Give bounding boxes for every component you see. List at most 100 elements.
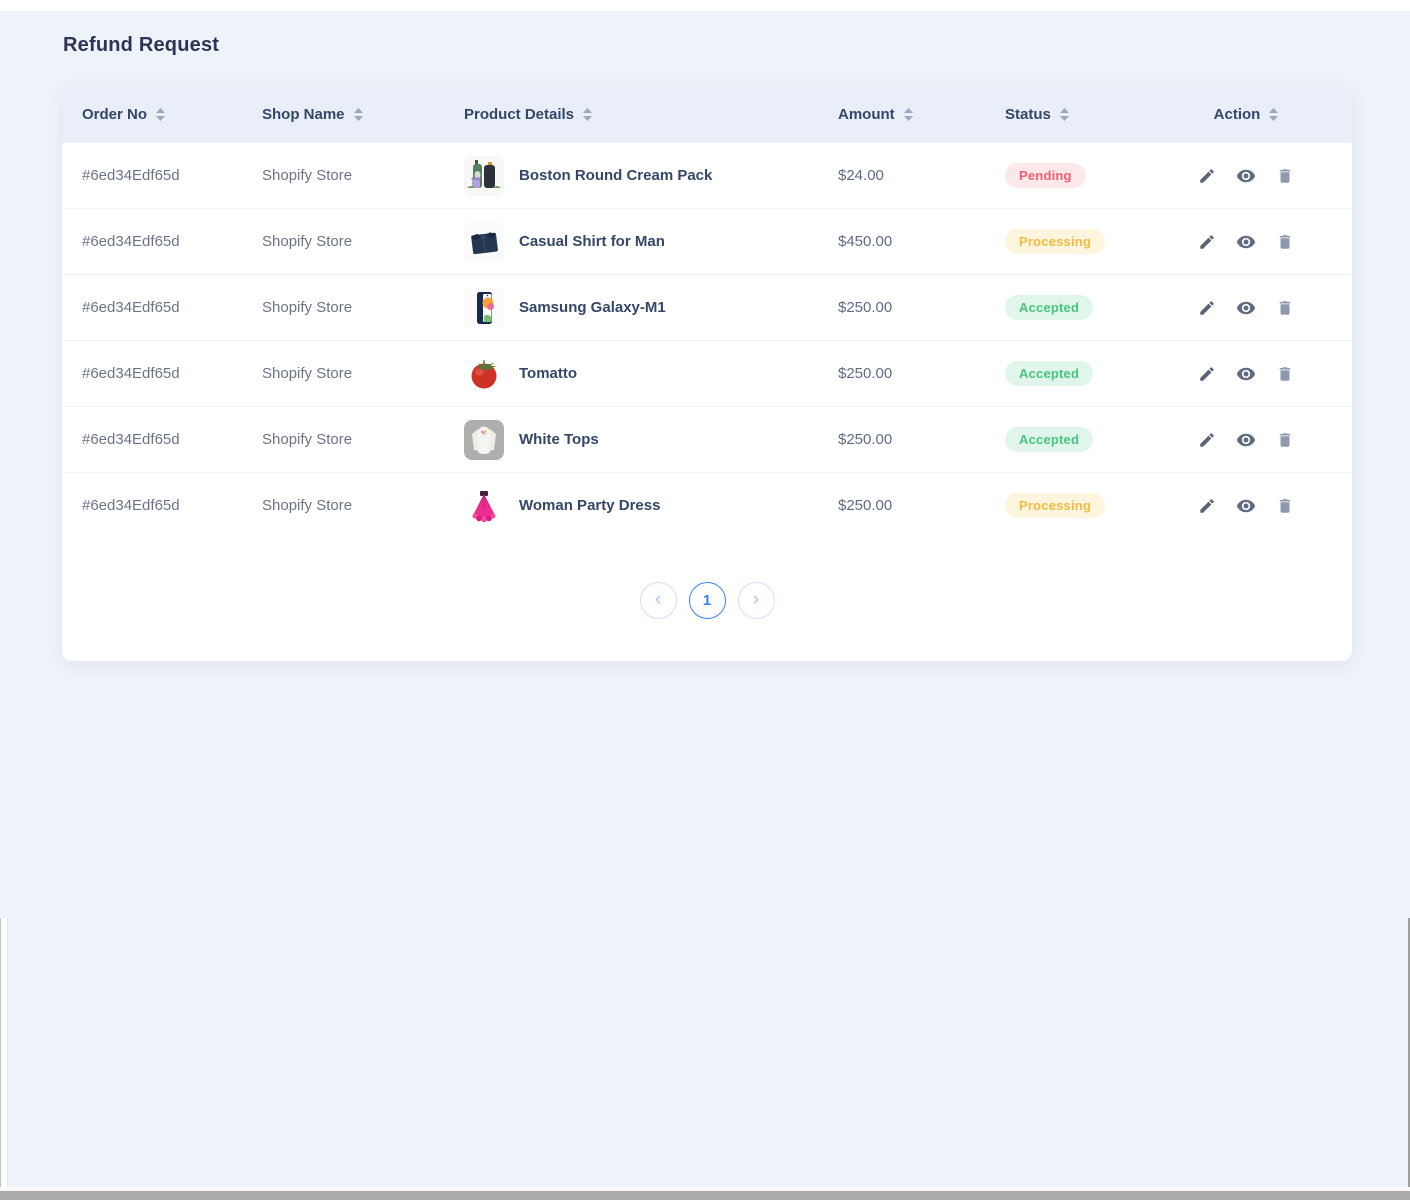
- product-name: Casual Shirt for Man: [519, 233, 665, 250]
- delete-button[interactable]: [1276, 365, 1294, 383]
- column-header-product-details[interactable]: Product Details: [442, 85, 816, 143]
- column-header-status[interactable]: Status: [1000, 85, 1140, 143]
- product-name: Boston Round Cream Pack: [519, 167, 712, 184]
- amount-cell: $250.00: [816, 473, 1000, 538]
- sort-arrows-icon: [1269, 108, 1278, 121]
- sort-arrows-icon: [583, 108, 592, 121]
- status-badge: Processing: [1005, 493, 1105, 518]
- refund-request-card: Order No Shop Name Product Details Amoun…: [62, 85, 1352, 661]
- order-no-cell: #6ed34Edf65d: [62, 341, 242, 407]
- eye-icon: [1236, 438, 1256, 453]
- column-label: Shop Name: [262, 106, 345, 123]
- edit-button[interactable]: [1198, 365, 1216, 383]
- order-no-cell: #6ed34Edf65d: [62, 473, 242, 538]
- action-cell: [1140, 364, 1352, 384]
- view-button[interactable]: [1236, 430, 1256, 450]
- amount-cell: $250.00: [816, 341, 1000, 407]
- horizontal-scrollbar[interactable]: [0, 1191, 1410, 1200]
- table-row: #6ed34Edf65d Shopify Store Boston Round …: [62, 143, 1352, 209]
- chevron-right-icon: ›: [753, 589, 759, 611]
- order-no-cell: #6ed34Edf65d: [62, 275, 242, 341]
- trash-icon: [1276, 239, 1294, 254]
- pencil-icon: [1198, 371, 1216, 386]
- pagination-prev-button[interactable]: ‹: [640, 582, 677, 619]
- edit-button[interactable]: [1198, 431, 1216, 449]
- edit-button[interactable]: [1198, 233, 1216, 251]
- trash-icon: [1276, 371, 1294, 386]
- product-cell: White Tops: [464, 420, 816, 460]
- view-button[interactable]: [1236, 232, 1256, 252]
- column-label: Product Details: [464, 106, 574, 123]
- action-cell: [1140, 298, 1352, 318]
- table-header-row: Order No Shop Name Product Details Amoun…: [62, 85, 1352, 143]
- action-cell: [1140, 430, 1352, 450]
- table-row: #6ed34Edf65d Shopify Store Tomatto $250.…: [62, 341, 1352, 407]
- product-cell: Boston Round Cream Pack: [464, 156, 816, 196]
- column-label: Amount: [838, 106, 895, 123]
- amount-cell: $24.00: [816, 143, 1000, 209]
- product-name: Tomatto: [519, 365, 577, 382]
- eye-icon: [1236, 504, 1256, 519]
- delete-button[interactable]: [1276, 299, 1294, 317]
- view-button[interactable]: [1236, 166, 1256, 186]
- delete-button[interactable]: [1276, 233, 1294, 251]
- sort-arrows-icon: [156, 108, 165, 121]
- shop-name-cell: Shopify Store: [242, 407, 442, 473]
- order-no-cell: #6ed34Edf65d: [62, 143, 242, 209]
- product-image-casual-shirt: [464, 222, 504, 262]
- pagination-page-1-button[interactable]: 1: [689, 582, 726, 619]
- sort-arrows-icon: [1060, 108, 1069, 121]
- amount-cell: $250.00: [816, 275, 1000, 341]
- pencil-icon: [1198, 503, 1216, 518]
- refund-table: Order No Shop Name Product Details Amoun…: [62, 85, 1352, 538]
- product-name: White Tops: [519, 431, 599, 448]
- refund-request-page: Refund Request Order No Shop Name: [0, 0, 1410, 1200]
- view-button[interactable]: [1236, 364, 1256, 384]
- column-header-shop-name[interactable]: Shop Name: [242, 85, 442, 143]
- product-cell: Casual Shirt for Man: [464, 222, 816, 262]
- product-cell: Tomatto: [464, 354, 816, 394]
- edit-button[interactable]: [1198, 167, 1216, 185]
- pagination-next-button[interactable]: ›: [738, 582, 775, 619]
- eye-icon: [1236, 174, 1256, 189]
- left-scrollbar-track[interactable]: [0, 918, 8, 1200]
- status-badge: Accepted: [1005, 295, 1093, 320]
- edit-button[interactable]: [1198, 299, 1216, 317]
- product-image-white-tops: [464, 420, 504, 460]
- product-image-woman-party-dress: [464, 486, 504, 526]
- column-header-order-no[interactable]: Order No: [62, 85, 242, 143]
- action-cell: [1140, 166, 1352, 186]
- order-no-cell: #6ed34Edf65d: [62, 209, 242, 275]
- sort-arrows-icon: [354, 108, 363, 121]
- trash-icon: [1276, 305, 1294, 320]
- table-row: #6ed34Edf65d Shopify Store Samsung Galax…: [62, 275, 1352, 341]
- status-badge: Pending: [1005, 163, 1086, 188]
- trash-icon: [1276, 173, 1294, 188]
- order-no-cell: #6ed34Edf65d: [62, 407, 242, 473]
- table-row: #6ed34Edf65d Shopify Store Woman Party D…: [62, 473, 1352, 538]
- delete-button[interactable]: [1276, 167, 1294, 185]
- column-header-amount[interactable]: Amount: [816, 85, 1000, 143]
- edit-button[interactable]: [1198, 497, 1216, 515]
- product-cell: Woman Party Dress: [464, 486, 816, 526]
- product-cell: Samsung Galaxy-M1: [464, 288, 816, 328]
- amount-cell: $450.00: [816, 209, 1000, 275]
- trash-icon: [1276, 503, 1294, 518]
- shop-name-cell: Shopify Store: [242, 341, 442, 407]
- view-button[interactable]: [1236, 298, 1256, 318]
- shop-name-cell: Shopify Store: [242, 143, 442, 209]
- table-row: #6ed34Edf65d Shopify Store White Tops $2…: [62, 407, 1352, 473]
- column-label: Order No: [82, 106, 147, 123]
- pencil-icon: [1198, 437, 1216, 452]
- action-cell: [1140, 496, 1352, 516]
- action-cell: [1140, 232, 1352, 252]
- amount-cell: $250.00: [816, 407, 1000, 473]
- delete-button[interactable]: [1276, 497, 1294, 515]
- delete-button[interactable]: [1276, 431, 1294, 449]
- view-button[interactable]: [1236, 496, 1256, 516]
- eye-icon: [1236, 240, 1256, 255]
- top-strip: [0, 0, 1410, 11]
- column-label: Status: [1005, 106, 1051, 123]
- eye-icon: [1236, 372, 1256, 387]
- column-header-action[interactable]: Action: [1140, 85, 1352, 143]
